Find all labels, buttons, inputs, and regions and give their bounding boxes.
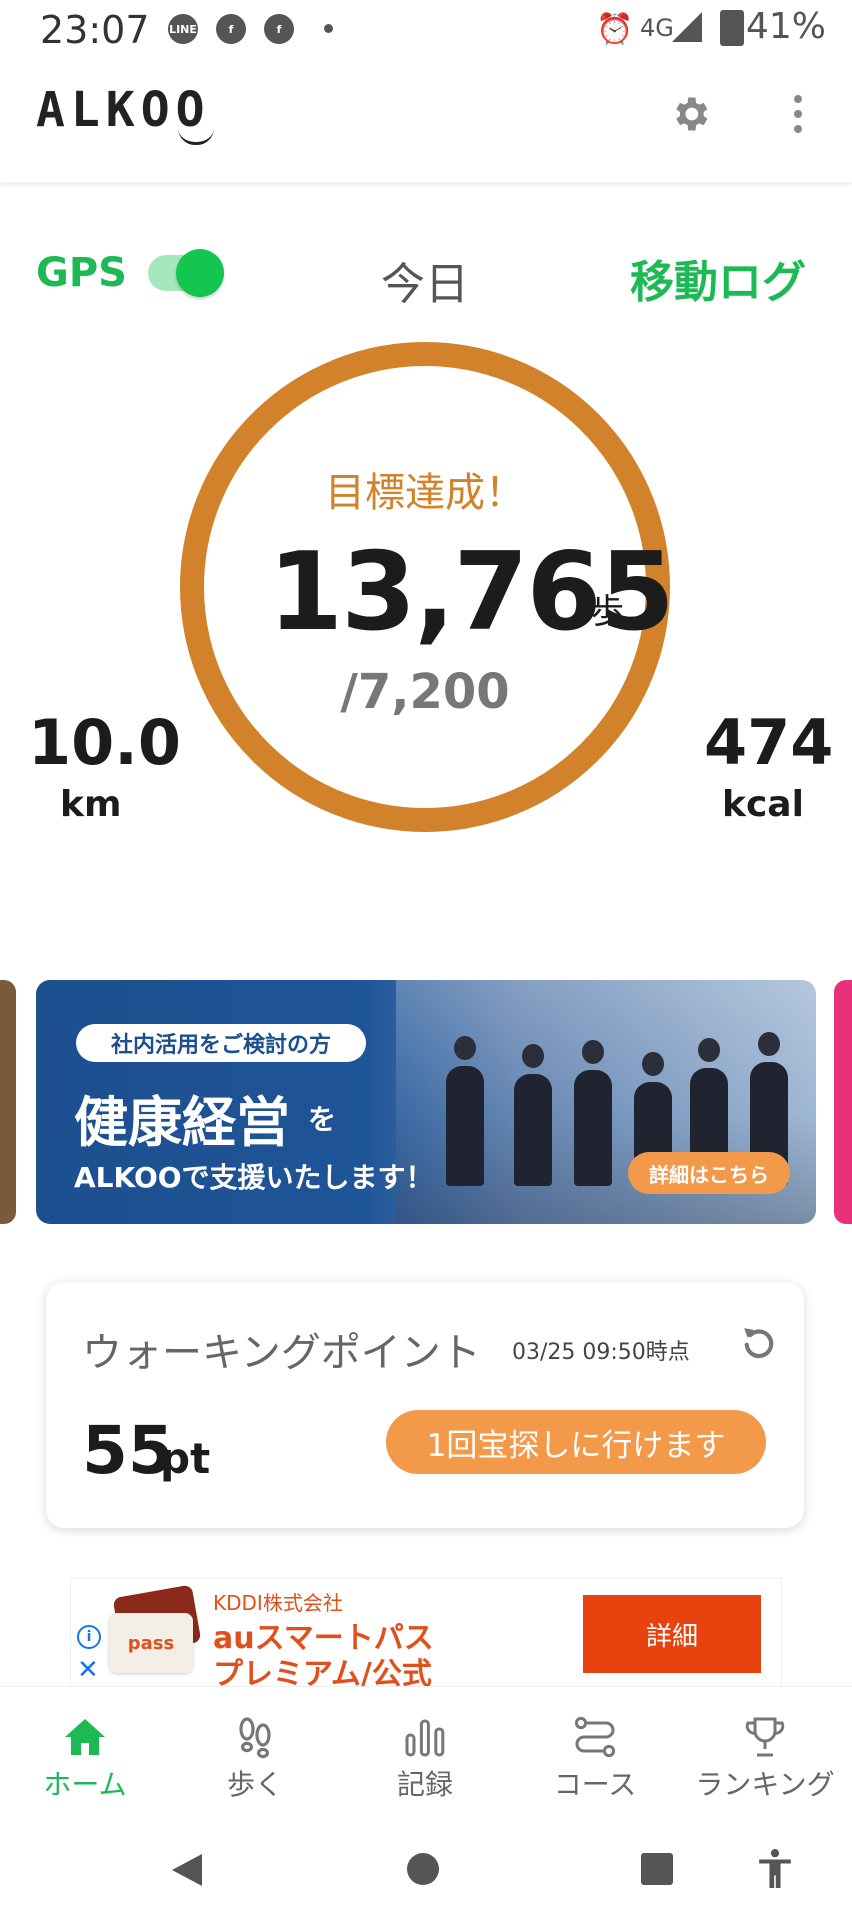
facebook-icon: f xyxy=(216,14,246,44)
network-type: 4G xyxy=(640,14,674,42)
battery-icon xyxy=(720,10,744,46)
home-circle-icon[interactable] xyxy=(406,1852,440,1886)
more-notifications-dot xyxy=(324,24,333,33)
previous-banner-peek[interactable] xyxy=(0,980,16,1224)
ad-info-icon[interactable]: i xyxy=(77,1625,101,1649)
app-header: ALKOO xyxy=(0,62,852,182)
banner-headline-suffix: を xyxy=(308,1103,337,1136)
line-icon: LINE xyxy=(168,14,198,44)
more-vert-icon xyxy=(794,95,802,103)
bottom-navigation: ホーム 歩く 記録 コース ランキング xyxy=(0,1686,852,1817)
treasure-hunt-button[interactable]: 1回宝探しに行けます xyxy=(386,1410,766,1474)
nav-home[interactable]: ホーム xyxy=(0,1687,170,1817)
walking-point-timestamp: 03/25 09:50時点 xyxy=(512,1340,690,1365)
gps-label: GPS xyxy=(36,250,127,296)
distance-unit: km xyxy=(60,784,122,825)
logo-smile xyxy=(178,128,214,145)
home-icon xyxy=(65,1719,105,1755)
nav-walk-label: 歩く xyxy=(226,1768,283,1801)
ad-close-icon[interactable]: ✕ xyxy=(77,1655,99,1685)
route-icon xyxy=(574,1716,616,1758)
nav-course[interactable]: コース xyxy=(510,1687,680,1817)
nav-ranking[interactable]: ランキング xyxy=(680,1687,850,1817)
ad-details-button[interactable]: 詳細 xyxy=(583,1595,761,1673)
walking-point-card[interactable]: ウォーキングポイント 03/25 09:50時点 55 pt 1回宝探しに行けま… xyxy=(46,1282,804,1528)
calorie-value: 474 xyxy=(704,706,834,779)
battery-percentage: 41% xyxy=(746,6,827,47)
nav-ranking-label: ランキング xyxy=(695,1768,835,1801)
health-management-banner[interactable]: 社内活用をご検討の方 健康経営 を ALKOOで支援いたします！ 詳細はこちら xyxy=(36,980,816,1224)
accessibility-icon[interactable] xyxy=(756,1848,794,1890)
walking-points-unit: pt xyxy=(160,1434,211,1483)
nav-walk[interactable]: 歩く xyxy=(170,1687,340,1817)
trophy-icon xyxy=(745,1717,785,1757)
alarm-icon: ⏰ xyxy=(596,12,634,47)
gps-toggle[interactable] xyxy=(148,249,224,297)
walking-point-title: ウォーキングポイント xyxy=(82,1330,481,1376)
calorie-unit: kcal xyxy=(722,784,804,825)
ad-logo-text: pass xyxy=(127,1633,175,1654)
nav-course-label: コース xyxy=(553,1768,637,1801)
banner-details-button[interactable]: 詳細はこちら xyxy=(628,1152,790,1194)
gear-icon xyxy=(676,97,708,131)
nav-records[interactable]: 記録 xyxy=(340,1687,510,1817)
nav-home-label: ホーム xyxy=(43,1768,127,1801)
refresh-button[interactable] xyxy=(738,1322,780,1364)
settings-button[interactable] xyxy=(664,88,716,140)
step-goal: /7,200 xyxy=(340,664,510,720)
day-label: 今日 xyxy=(381,259,469,310)
gps-toggle-knob xyxy=(176,249,224,297)
back-icon[interactable] xyxy=(170,1852,204,1888)
more-options-button[interactable] xyxy=(780,88,816,140)
footprints-icon xyxy=(239,1717,271,1759)
banner-subline: ALKOOで支援いたします！ xyxy=(74,1161,434,1194)
ad-advertiser: KDDI株式会社 xyxy=(213,1591,343,1615)
status-time: 23:07 xyxy=(40,8,150,52)
ad-banner[interactable]: i ✕ pass KDDI株式会社 auスマートパス プレミアム/公式 詳細 xyxy=(70,1578,782,1692)
goal-achieved-message: 目標達成！ xyxy=(325,470,525,516)
bar-chart-icon xyxy=(405,1719,445,1757)
signal-icon xyxy=(672,12,702,42)
nav-records-label: 記録 xyxy=(396,1768,453,1801)
step-unit: 歩 xyxy=(590,592,624,632)
banner-headline: 健康経営 xyxy=(74,1091,290,1154)
next-banner-peek[interactable] xyxy=(834,980,852,1224)
recents-icon[interactable] xyxy=(640,1852,674,1886)
distance-value: 10.0 xyxy=(28,706,181,779)
facebook-icon: f xyxy=(264,14,294,44)
banner-pill: 社内活用をご検討の方 xyxy=(76,1024,366,1062)
refresh-icon xyxy=(744,1328,774,1359)
system-navigation-bar xyxy=(0,1816,852,1919)
movement-log-link[interactable]: 移動ログ xyxy=(630,246,806,310)
